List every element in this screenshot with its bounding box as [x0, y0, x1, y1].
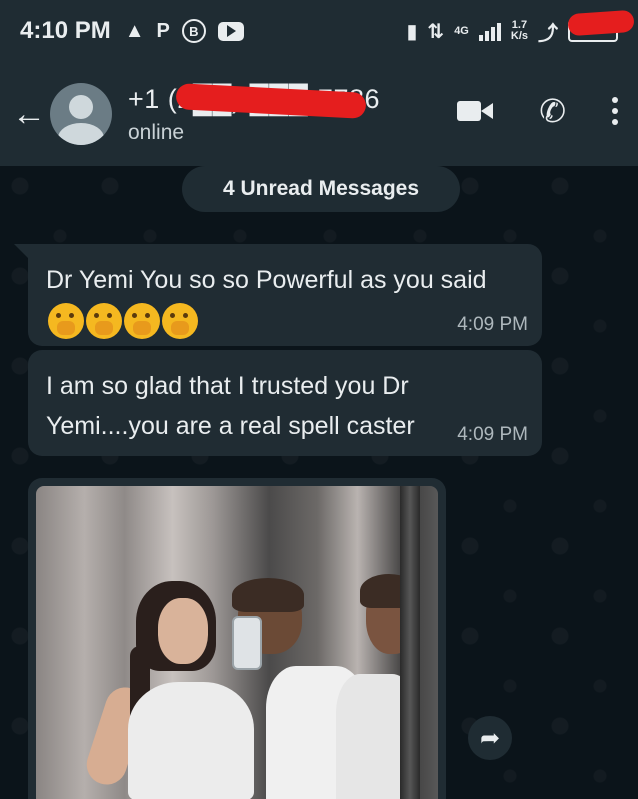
image-message-bubble[interactable]: [28, 478, 446, 799]
data-transfer-icon: ⇅: [427, 20, 445, 43]
phone-icon[interactable]: ✆: [539, 92, 566, 130]
header-actions: ✆: [457, 92, 618, 130]
p-icon: P: [156, 19, 170, 42]
more-vert-icon[interactable]: [612, 97, 618, 125]
status-bar: 4:10 PM ▲ P B ▮ ⇅ 4G 1.7 K/s ⤴: [0, 0, 638, 62]
charging-icon: ⤴: [538, 22, 558, 45]
message-time: 4:09 PM: [457, 314, 528, 335]
face-with-hand-over-mouth-emoji: [86, 303, 122, 340]
status-left-icons: ▲ P B: [125, 19, 244, 43]
message-time: 4:09 PM: [457, 424, 528, 445]
forward-arrow-icon[interactable]: ➦: [468, 716, 512, 760]
speed-unit: K/s: [510, 30, 528, 42]
avatar[interactable]: [50, 83, 112, 145]
message-bubble[interactable]: Dr Yemi You so so Powerful as you said 4…: [28, 244, 542, 346]
status-time: 4:10 PM: [20, 17, 111, 44]
message-text: I am so glad that I trusted you Dr Yemi.…: [46, 372, 415, 440]
redaction-mark: [567, 9, 635, 37]
contact-info[interactable]: +1 (2██) ███-7786 online: [128, 82, 380, 145]
contact-status: online: [128, 120, 185, 144]
face-with-hand-over-mouth-emoji: [162, 303, 198, 340]
signal-icon: [478, 21, 501, 41]
network-speed: 1.7 K/s: [511, 20, 528, 42]
network-type: 4G: [454, 24, 469, 37]
face-with-hand-over-mouth-emoji: [48, 303, 84, 340]
bubble-tail: [14, 244, 28, 258]
message-bubble[interactable]: I am so glad that I trusted you Dr Yemi.…: [28, 350, 542, 456]
chat-photo[interactable]: [36, 486, 438, 799]
face-with-hand-over-mouth-emoji: [124, 303, 160, 340]
vibrate-icon: ▮: [406, 20, 418, 43]
message-text: Dr Yemi You so so Powerful as you said: [46, 260, 524, 340]
message-text-content: Dr Yemi You so so Powerful as you said: [46, 266, 487, 294]
unread-messages-banner: 4 Unread Messages: [182, 166, 460, 212]
youtube-icon: [217, 21, 244, 41]
chat-area[interactable]: 4 Unread Messages Dr Yemi You so so Powe…: [0, 166, 638, 799]
flask-icon: ▲: [124, 19, 145, 42]
b-circle-icon: B: [181, 19, 206, 43]
chat-header: ← +1 (2██) ███-7786 online ✆: [0, 62, 638, 166]
arrow-left-icon[interactable]: ←: [12, 95, 48, 134]
video-call-icon[interactable]: [457, 99, 494, 123]
